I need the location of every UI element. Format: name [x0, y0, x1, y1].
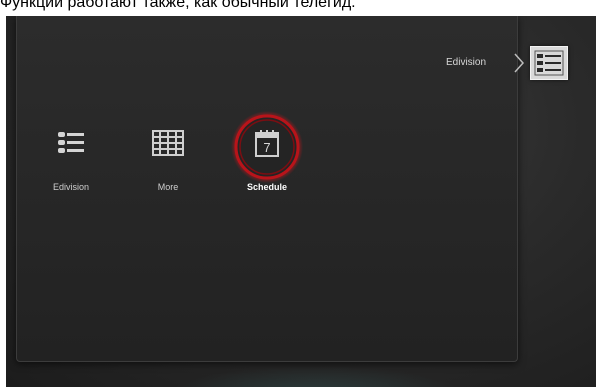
menu-label-more[interactable]: More [128, 182, 208, 192]
menu-label-edivision[interactable]: Edivision [31, 182, 111, 192]
menu-icon-edivision[interactable] [56, 130, 86, 156]
chevron-right-icon [514, 53, 525, 73]
breadcrumb-list-menu-icon[interactable] [530, 46, 568, 80]
tv-screen: Edivision Edivision More 7 Schedule [6, 16, 596, 387]
menu-icon-more[interactable] [152, 130, 184, 156]
calendar-day-number: 7 [263, 140, 271, 155]
menu-label-schedule[interactable]: Schedule [227, 182, 307, 192]
list-menu-icon [534, 50, 564, 76]
breadcrumb-label: Edivision [446, 57, 487, 68]
screen-glow [166, 366, 466, 387]
